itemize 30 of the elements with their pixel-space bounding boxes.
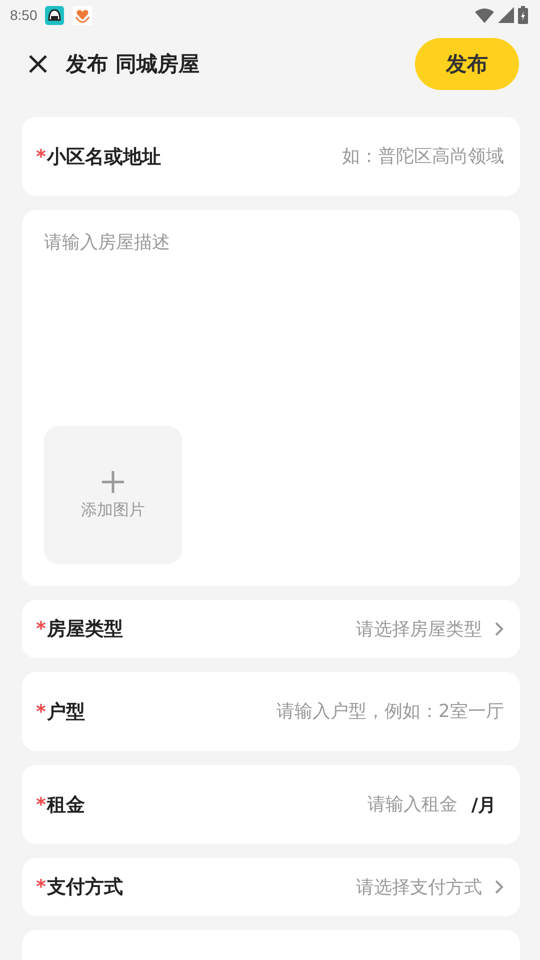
required-mark: * xyxy=(36,146,46,168)
select-placeholder[interactable]: 请选择房屋类型 xyxy=(356,617,482,641)
select-placeholder[interactable]: 请选择支付方式 xyxy=(356,875,482,899)
required-mark: * xyxy=(36,618,46,640)
heart-hands-icon xyxy=(73,6,92,24)
add-photo-button[interactable]: 添加图片 xyxy=(44,426,182,564)
required-mark: * xyxy=(36,876,46,898)
unit-label: /月 xyxy=(471,794,496,816)
close-icon[interactable] xyxy=(28,54,48,74)
input-field[interactable]: 如：普陀区高尚领域 xyxy=(160,146,504,167)
signal-icon xyxy=(498,7,514,23)
required-mark: * xyxy=(36,700,46,722)
description-field[interactable]: 请输入房屋描述 添加图片 xyxy=(22,210,520,586)
required-mark: * xyxy=(36,794,46,816)
wifi-icon xyxy=(475,8,494,22)
plus-icon xyxy=(101,470,125,494)
field-label: 小区名或地址 xyxy=(46,144,161,170)
input-field[interactable]: 请输入租金 xyxy=(84,794,458,815)
chevron-right-icon[interactable] xyxy=(494,879,504,895)
app-notification-icon xyxy=(45,6,64,24)
field-label: 租金 xyxy=(46,792,85,818)
status-time: 8:50 xyxy=(10,7,38,23)
field-label: 户型 xyxy=(46,700,85,724)
input-field[interactable]: 请输入户型，例如：2室一厅 xyxy=(84,701,504,722)
battery-icon xyxy=(518,6,528,24)
field-label: 房屋类型 xyxy=(46,617,123,642)
field-label: 支付方式 xyxy=(46,875,123,900)
chevron-right-icon[interactable] xyxy=(494,621,504,637)
page-title: 发布 同城房屋 xyxy=(66,51,200,78)
publish-button[interactable]: 发布 xyxy=(415,38,519,90)
